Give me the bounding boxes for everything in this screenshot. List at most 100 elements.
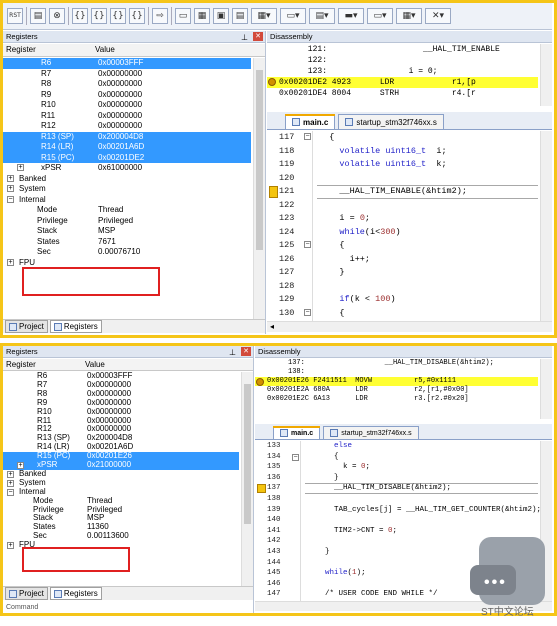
collapse-icon[interactable]: − [7,488,14,496]
call-stack-dropdown[interactable]: ▦▾ [251,8,277,24]
disassembly-window-button[interactable]: ▦ [194,8,210,24]
code-line[interactable]: } [319,266,344,280]
file-tab-startup[interactable]: startup_stm32f746xx.s [323,426,419,439]
code-line[interactable]: { [319,307,344,321]
pin-icon[interactable]: ⊥ [229,347,236,359]
register-row[interactable]: + xPSR 0x61000000 [3,163,251,174]
file-tab-main-c[interactable]: main.c [273,426,321,439]
internal-value[interactable]: 0.00076710 [98,247,140,258]
close-icon[interactable]: ✕ [253,32,263,41]
expand-icon[interactable]: + [7,542,14,550]
code-line[interactable]: while(1); [307,568,366,579]
register-row[interactable]: R8 0x00000000 [3,79,251,90]
register-row[interactable]: R11 0x00000000 [3,111,251,122]
step-into-button[interactable]: {} [72,8,88,24]
register-value[interactable]: 0x00201DE2 [98,153,144,164]
registers-window-button[interactable]: ▤ [232,8,248,24]
register-value[interactable]: 0x00000000 [98,121,142,132]
expand-icon[interactable]: + [7,479,14,487]
expand-icon[interactable]: + [17,462,24,469]
command-window-button[interactable]: ▭ [175,8,191,24]
reset-button[interactable]: RST [7,8,23,24]
internal-row[interactable]: Sec 0.00113600 [3,531,239,541]
internal-row[interactable]: Sec 0.00076710 [3,247,251,258]
register-value[interactable]: 0x00003FFF [98,58,143,69]
code-line[interactable]: { [307,452,339,463]
register-group[interactable]: − Internal [3,195,251,206]
expand-icon[interactable]: + [7,258,14,266]
register-row[interactable]: R13 (SP) 0x200004D8 [3,131,251,142]
editor-scrollbar[interactable] [540,131,552,321]
internal-row[interactable]: Privilege Privileged [3,216,251,227]
internal-row[interactable]: Stack MSP [3,226,251,237]
tab-project[interactable]: Project [5,320,48,333]
code-editor[interactable]: 117 − {118 volatile uint16_t i; 119 volati… [267,131,552,321]
file-tab-startup[interactable]: startup_stm32f746xx.s [338,114,444,129]
register-value[interactable]: 0x00000000 [98,79,142,90]
code-line[interactable]: if(k < 100) [319,293,395,307]
disassembly-line[interactable]: 121: __HAL_TIM_ENABLE [267,44,538,55]
toolbox-dropdown[interactable]: ✕▾ [425,8,451,24]
expand-icon[interactable]: + [7,470,14,478]
register-row[interactable]: R7 0x00000000 [3,69,251,80]
disassembly-line[interactable]: 138: [255,368,538,377]
register-value[interactable]: 0x00000000 [98,90,142,101]
register-value[interactable]: 0x21000000 [87,460,131,470]
code-line[interactable]: { [319,131,334,145]
analysis-dropdown[interactable]: ▭▾ [367,8,393,24]
code-line[interactable]: volatile uint16_t k; [319,158,446,172]
collapse-icon[interactable]: − [7,195,14,203]
internal-value[interactable]: 7671 [98,237,116,248]
register-row[interactable]: R9 0x00000000 [3,90,251,101]
trace-dropdown[interactable]: ▦▾ [396,8,422,24]
column-register[interactable]: Register [6,44,36,56]
pin-icon[interactable]: ⊥ [241,32,248,44]
show-next-statement-button[interactable]: ⇨ [152,8,168,24]
fold-toggle-icon[interactable]: − [292,453,299,461]
watch-dropdown[interactable]: ▭▾ [280,8,306,24]
register-row[interactable]: R14 (LR) 0x00201A6D [3,142,251,153]
register-value[interactable]: 0x00000000 [98,100,142,111]
serial-dropdown[interactable]: ▬▾ [338,8,364,24]
disassembly-scrollbar[interactable] [540,44,552,106]
code-line[interactable]: i = 0; [319,212,370,226]
column-value[interactable]: Value [95,44,115,56]
column-value[interactable]: Value [85,359,105,371]
register-value[interactable]: 0x00201A6D [98,142,144,153]
disassembly-line[interactable]: 0x00201DE4 8004 STRH r4.[r [267,88,538,99]
disassembly-line[interactable]: 0x00201E26 F2411511 MOVW r5,#0x1111 [255,377,538,386]
step-out-button[interactable]: {} [110,8,126,24]
register-row[interactable]: R10 0x00000000 [3,100,251,111]
memory-dropdown[interactable]: ▤▾ [309,8,335,24]
tab-registers[interactable]: Registers [49,587,102,600]
editor-hscrollbar[interactable]: ◂ [267,321,552,332]
register-value[interactable]: 0x00000000 [98,69,142,80]
code-line[interactable]: } [307,547,330,558]
expand-icon[interactable]: + [7,185,14,192]
disassembly-scrollbar[interactable] [540,359,552,419]
register-row[interactable]: R6 0x00003FFF [3,58,251,69]
disassembly-line[interactable]: 137: __HAL_TIM_DISABLE(&htim2); [255,359,538,368]
fold-toggle-icon[interactable]: − [304,241,311,248]
code-line[interactable]: TAB_cycles[j] = __HAL_TIM_GET_COUNTER(&h… [307,505,541,516]
symbols-window-button[interactable]: ▣ [213,8,229,24]
step-over-button[interactable]: {} [91,8,107,24]
column-register[interactable]: Register [6,359,36,371]
internal-value[interactable]: 0.00113600 [87,531,129,541]
code-line[interactable]: /* USER CODE END WHILE */ [307,589,438,600]
code-line[interactable]: k = 0; [307,462,370,473]
code-line[interactable]: __HAL_TIM_ENABLE(&htim2); [319,185,467,199]
code-line[interactable]: } [307,473,339,484]
register-value[interactable]: 0x61000000 [98,163,142,174]
expand-icon[interactable]: + [7,174,14,182]
registers-scrollbar[interactable] [241,372,253,586]
internal-row[interactable]: Mode Thread [3,205,251,216]
expand-icon[interactable]: + [17,164,24,171]
run-button[interactable]: ▤ [30,8,46,24]
code-line[interactable]: i++; [319,253,370,267]
code-line[interactable]: TIM2->CNT = 0; [307,526,397,537]
command-panel-title[interactable]: Command [6,604,38,611]
internal-value[interactable]: Privileged [98,216,133,227]
register-group[interactable]: + System [3,184,251,195]
run-to-cursor-button[interactable]: {} [129,8,145,24]
